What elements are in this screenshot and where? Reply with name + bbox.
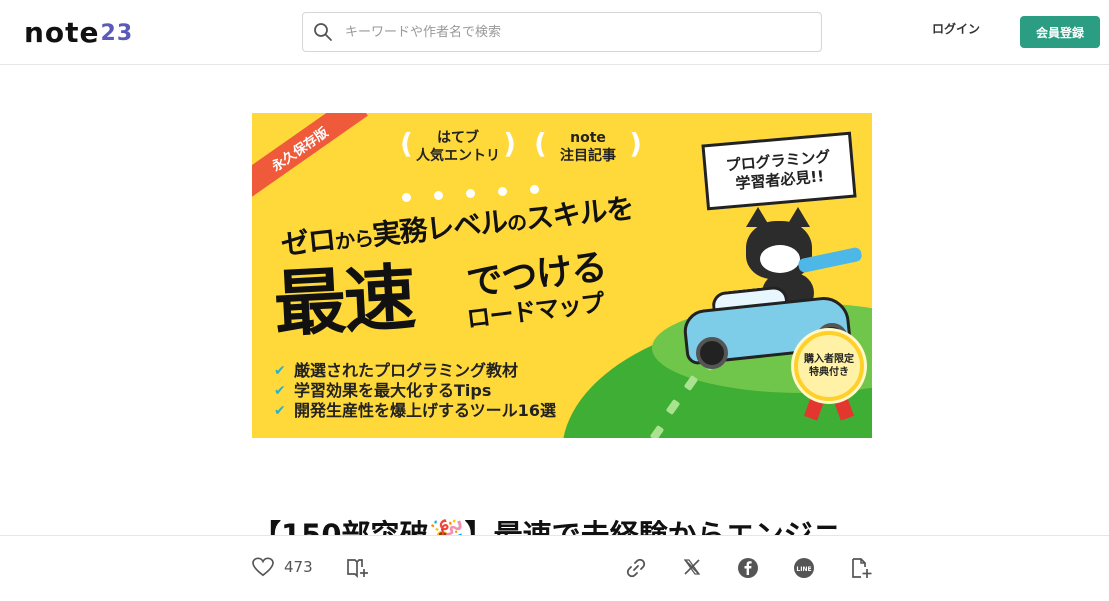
document-add-icon bbox=[852, 558, 872, 578]
site-header: note23 ログイン 会員登録 bbox=[0, 0, 1109, 65]
line-icon: LINE bbox=[794, 558, 814, 578]
share-facebook-button[interactable] bbox=[737, 557, 759, 579]
link-icon bbox=[626, 558, 646, 578]
headline-big: 最速 bbox=[271, 255, 417, 347]
register-button[interactable]: 会員登録 bbox=[1020, 16, 1100, 48]
badge-line2: 特典付き bbox=[809, 367, 849, 378]
like-count: 473 bbox=[284, 558, 313, 576]
article-action-bar: 473 LINE bbox=[0, 535, 1109, 601]
checklist-item-text: 学習効果を最大化するTips bbox=[294, 381, 492, 400]
dot bbox=[498, 187, 507, 196]
checklist-item: ✔ 開発生産性を爆上げするツール16選 bbox=[274, 401, 556, 421]
article-eyecatch-banner: 永久保存版 ( はてブ 人気エントリ ) ( note 注目記事 ) プログラミ… bbox=[252, 113, 872, 438]
headline-part5: スキルを bbox=[524, 191, 635, 236]
badge-line1: 購入者限定 bbox=[804, 354, 854, 365]
login-link[interactable]: ログイン bbox=[932, 20, 980, 37]
award-note: ( note 注目記事 ) bbox=[534, 129, 642, 165]
logo-anniversary-mark: 23 bbox=[100, 20, 134, 46]
facebook-icon bbox=[738, 558, 758, 578]
headline-part4: の bbox=[505, 209, 528, 236]
bonus-badge: 購入者限定 特典付き bbox=[794, 331, 864, 401]
check-icon: ✔ bbox=[274, 363, 286, 379]
award-hatebu-line1: はてブ bbox=[437, 130, 479, 146]
checklist-item: ✔ 学習効果を最大化するTips bbox=[274, 381, 556, 401]
checklist-item: ✔ 厳選されたプログラミング教材 bbox=[274, 361, 556, 381]
headline-part1: ゼロ bbox=[279, 222, 337, 262]
award-note-line2: 注目記事 bbox=[560, 148, 616, 164]
laurel-right-icon: ) bbox=[503, 127, 516, 160]
speech-bubble: プログラミング 学習者必見!! bbox=[701, 131, 857, 211]
headline-part2: から bbox=[333, 225, 375, 254]
share-line-button[interactable]: LINE bbox=[793, 557, 815, 579]
ribbon-label: 永久保存版 bbox=[252, 113, 368, 202]
like-button[interactable]: 473 bbox=[252, 557, 313, 577]
checklist: ✔ 厳選されたプログラミング教材 ✔ 学習効果を最大化するTips ✔ 開発生産… bbox=[274, 361, 556, 421]
dot bbox=[530, 185, 539, 194]
search-input[interactable] bbox=[343, 23, 787, 41]
svg-text:LINE: LINE bbox=[796, 566, 811, 573]
share-x-button[interactable] bbox=[682, 557, 702, 577]
laurel-left-icon: ( bbox=[400, 127, 413, 160]
check-icon: ✔ bbox=[274, 403, 286, 419]
dot bbox=[402, 193, 411, 202]
checklist-item-text: 開発生産性を爆上げするツール16選 bbox=[294, 401, 556, 420]
laurel-right-icon: ) bbox=[629, 127, 642, 160]
dog-mascot-face bbox=[760, 245, 800, 273]
x-logo-icon bbox=[683, 559, 701, 575]
car-wheel bbox=[696, 337, 728, 369]
award-hatebu: ( はてブ 人気エントリ ) bbox=[400, 129, 516, 165]
search-box[interactable] bbox=[302, 12, 822, 52]
award-note-line1: note bbox=[570, 130, 606, 146]
laurel-left-icon: ( bbox=[534, 127, 547, 160]
checklist-item-text: 厳選されたプログラミング教材 bbox=[294, 361, 519, 380]
search-icon bbox=[314, 23, 332, 41]
add-to-list-button[interactable] bbox=[850, 557, 872, 579]
note-logo[interactable]: note 23 bbox=[24, 15, 134, 49]
dot bbox=[434, 191, 443, 200]
logo-text: note bbox=[24, 15, 100, 49]
magazine-add-icon bbox=[347, 559, 368, 579]
headline-part3: 実務レベル bbox=[370, 204, 509, 252]
add-to-magazine-button[interactable] bbox=[346, 557, 370, 579]
dot bbox=[466, 189, 475, 198]
award-hatebu-line2: 人気エントリ bbox=[416, 148, 500, 164]
copy-link-button[interactable] bbox=[625, 557, 647, 579]
check-icon: ✔ bbox=[274, 383, 286, 399]
heart-icon bbox=[252, 557, 274, 577]
